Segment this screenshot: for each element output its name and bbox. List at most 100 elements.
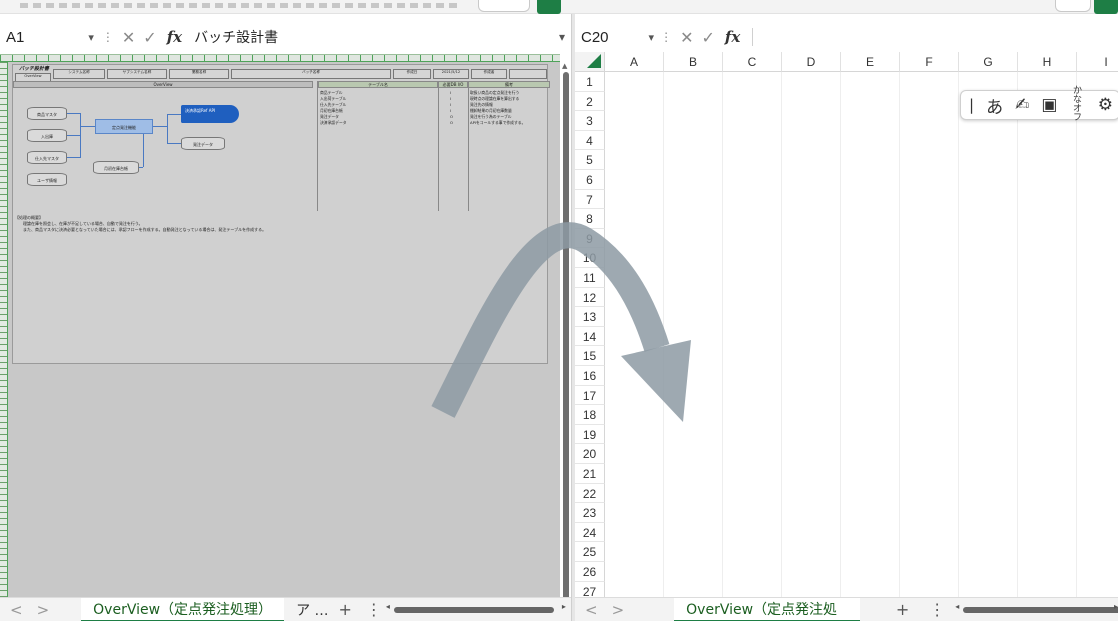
row-header[interactable]: 25 <box>575 542 605 562</box>
row-header[interactable]: 1 <box>575 72 605 92</box>
ime-kana-toggle[interactable]: かな オフ <box>1069 87 1085 123</box>
row-ruler <box>0 62 8 606</box>
row-header[interactable]: 11 <box>575 268 605 288</box>
vertical-scrollbar[interactable]: ▲ ▼ <box>562 62 570 616</box>
column-header[interactable]: I <box>1077 52 1118 72</box>
column-header[interactable]: F <box>900 52 959 72</box>
enter-icon[interactable]: ✓ <box>701 28 714 47</box>
row-header[interactable]: 9 <box>575 228 605 249</box>
column-header[interactable]: E <box>841 52 900 72</box>
scroll-left-icon[interactable]: ◂ <box>386 602 390 611</box>
horizontal-scrollbar[interactable]: ◂ ▸ <box>955 602 1118 614</box>
share-button-right[interactable] <box>1094 0 1118 14</box>
scroll-right-icon[interactable]: ▸ <box>1114 602 1118 611</box>
share-button[interactable] <box>537 0 561 14</box>
formula-input[interactable]: バッチ設計書 <box>194 27 278 47</box>
ime-handwriting-icon[interactable]: ✍ <box>1015 95 1029 115</box>
formula-expand-icon[interactable]: ▾ <box>559 30 565 44</box>
ime-hiragana-button[interactable]: あ <box>986 93 1003 118</box>
cancel-icon[interactable]: ✕ <box>122 28 135 47</box>
row-header[interactable]: 20 <box>575 444 605 464</box>
sheet-menu-button[interactable]: ⋮ <box>929 600 945 619</box>
header-cell: 作成者 <box>471 69 507 79</box>
right-pane: C20 ▾ ⋮ ✕ ✓ fx ABCDEFGHI 1 2 3 4 5 6 7 8 9 10 11 12… <box>575 14 1118 621</box>
header-cell: システム名称 <box>53 69 105 79</box>
row-header[interactable]: 5 <box>575 150 605 170</box>
add-sheet-button[interactable]: + <box>339 600 352 619</box>
row-header[interactable]: 22 <box>575 483 605 504</box>
h-scroll-thumb[interactable] <box>393 606 554 613</box>
sheet-menu-button[interactable]: ⋮ <box>366 600 382 619</box>
sheet-tab-overview[interactable]: OverView（定点発注処理） <box>674 597 860 621</box>
row-header[interactable]: 17 <box>575 385 605 406</box>
column-header[interactable]: C <box>723 52 782 72</box>
required-db-table: テーブル名 必要DB I/O 備考 商品テーブル I 取扱い商品の定点発注を行う 入… <box>317 81 550 211</box>
worksheet-grid[interactable]: ABCDEFGHI 1 2 3 4 5 6 7 8 9 10 11 12 13 14 15 16 17 18 19 2… <box>575 52 1118 602</box>
row-header[interactable]: 24 <box>575 522 605 543</box>
horizontal-scrollbar[interactable]: ◂ ▸ <box>386 602 566 614</box>
next-sheet-button[interactable]: > <box>37 601 50 619</box>
ime-dictionary-icon[interactable]: ▣ <box>1041 95 1057 115</box>
sheet-title: バッチ設計書 <box>19 66 50 72</box>
column-header[interactable]: B <box>664 52 723 72</box>
next-sheet-button[interactable]: > <box>612 601 625 619</box>
column-header[interactable]: A <box>605 52 664 72</box>
row-header[interactable]: 10 <box>575 248 605 268</box>
row-header[interactable]: 19 <box>575 424 605 445</box>
column-header[interactable]: H <box>1018 52 1077 72</box>
overview-band: OverView <box>13 81 313 88</box>
header-cell: 2021/5/12 <box>433 69 469 79</box>
db-product-master: 商品マスタ <box>27 107 67 120</box>
toolbar-pill-right[interactable] <box>1055 0 1091 12</box>
scroll-up-icon[interactable]: ▲ <box>562 62 567 70</box>
scroll-thumb[interactable] <box>563 72 569 602</box>
left-pane: A1 ▾ ⋮ ✕ ✓ fx バッチ設計書 ▾ バッチ設計書 OverView シ… <box>0 14 571 621</box>
add-sheet-button[interactable]: + <box>896 600 909 619</box>
row-header[interactable]: 26 <box>575 562 605 582</box>
sheet-tab-more[interactable]: ア … <box>296 600 328 620</box>
row-header[interactable]: 18 <box>575 405 605 425</box>
column-header[interactable]: D <box>782 52 841 72</box>
cancel-icon[interactable]: ✕ <box>680 28 693 47</box>
scroll-left-icon[interactable]: ◂ <box>955 602 959 611</box>
name-box[interactable]: A1 <box>0 29 24 46</box>
print-preview-grid[interactable]: バッチ設計書 OverView システム名称 サブシステム名称 業務名称 バッチ… <box>0 54 560 606</box>
row-header[interactable]: 2 <box>575 91 605 112</box>
toolbar-remnant <box>20 3 460 8</box>
row-header[interactable]: 12 <box>575 287 605 308</box>
ime-grip[interactable]: | <box>969 96 974 114</box>
db-inout: 入出庫 <box>27 129 67 142</box>
row-header[interactable]: 8 <box>575 209 605 229</box>
prev-sheet-button[interactable]: < <box>585 601 598 619</box>
scroll-right-icon[interactable]: ▸ <box>562 602 566 611</box>
enter-icon[interactable]: ✓ <box>143 28 156 47</box>
select-all-button[interactable] <box>575 52 605 72</box>
process-order-function: 定点発注機能 <box>95 119 153 134</box>
name-box-dropdown-icon[interactable]: ▾ <box>649 31 655 44</box>
more-icon[interactable]: ⋮ <box>660 30 672 44</box>
row-header[interactable]: 4 <box>575 130 605 151</box>
row-header[interactable]: 14 <box>575 326 605 347</box>
fx-icon[interactable]: fx <box>167 28 182 46</box>
ime-toolbar: | あ ✍ ▣ かな オフ ⚙ <box>960 87 1118 123</box>
toolbar-pill[interactable] <box>478 0 530 12</box>
ime-settings-icon[interactable]: ⚙ <box>1098 95 1113 115</box>
row-header[interactable]: 7 <box>575 189 605 210</box>
row-header[interactable]: 13 <box>575 307 605 327</box>
sheet-tab-overview[interactable]: OverView（定点発注処理） <box>81 597 285 621</box>
table-header: 必要DB I/O <box>438 81 468 88</box>
row-header[interactable]: 16 <box>575 366 605 386</box>
row-header[interactable]: 23 <box>575 503 605 523</box>
name-box-dropdown-icon[interactable]: ▾ <box>88 31 94 44</box>
row-header[interactable]: 6 <box>575 170 605 190</box>
column-header[interactable]: G <box>959 52 1018 72</box>
name-box-right[interactable]: C20 <box>575 29 609 46</box>
row-header[interactable]: 21 <box>575 464 605 484</box>
prev-sheet-button[interactable]: < <box>10 601 23 619</box>
h-scroll-thumb[interactable] <box>963 606 1118 613</box>
row-header[interactable]: 15 <box>575 346 605 366</box>
more-icon[interactable]: ⋮ <box>102 30 114 44</box>
row-header[interactable]: 3 <box>575 111 605 131</box>
fx-icon[interactable]: fx <box>725 28 740 46</box>
sheet-tab-bar-right: < > OverView（定点発注処理） + ⋮ ◂ ▸ <box>575 597 1118 621</box>
